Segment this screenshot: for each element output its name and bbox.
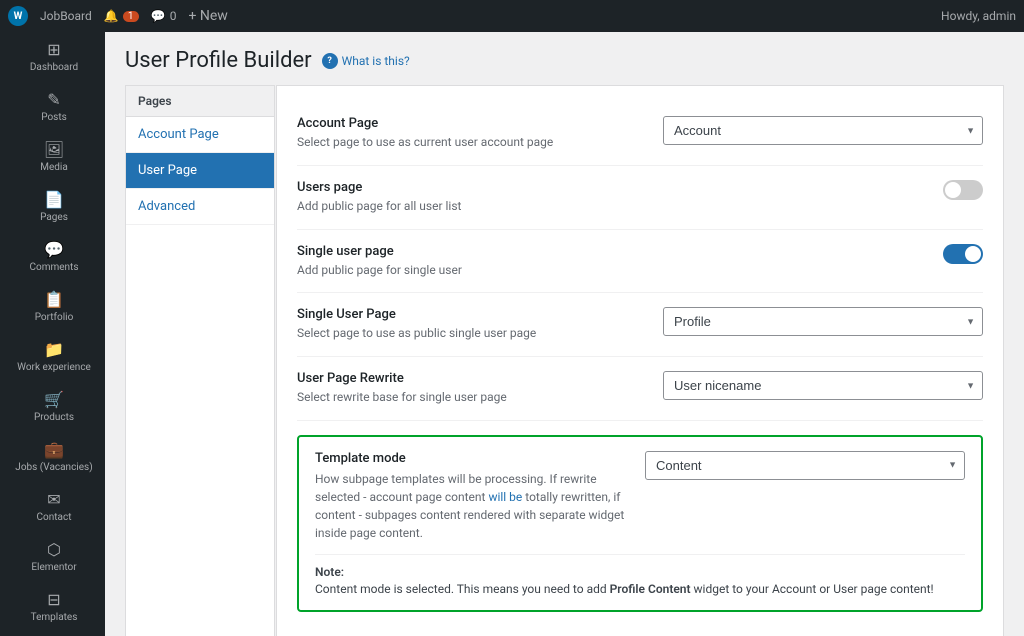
- control-template-mode: Content: [645, 451, 965, 480]
- control-single-user-page: Profile: [663, 307, 983, 336]
- setting-info-rewrite: User Page Rewrite Select rewrite base fo…: [297, 371, 643, 406]
- setting-info-account-page: Account Page Select page to use as curre…: [297, 116, 643, 151]
- control-single-user: [783, 244, 983, 264]
- desc-single-user-page: Select page to use as public single user…: [297, 325, 643, 342]
- template-mode-row: Template mode How subpage templates will…: [315, 451, 965, 542]
- setting-row-single-user: Single user page Add public page for sin…: [297, 230, 983, 294]
- dashboard-icon: ⊞: [47, 40, 60, 59]
- control-rewrite: User nicename: [663, 371, 983, 400]
- sub-sidebar-advanced[interactable]: Advanced: [126, 189, 274, 225]
- template-mode-label: Template mode: [315, 451, 625, 466]
- template-mode-box: Template mode How subpage templates will…: [297, 435, 983, 612]
- label-account-page: Account Page: [297, 116, 643, 131]
- howdy-text: Howdy, admin: [941, 9, 1016, 23]
- settings-section: Account Page Select page to use as curre…: [277, 86, 1003, 636]
- sidebar-item-jobs[interactable]: 💼 Jobs (Vacancies): [0, 432, 105, 482]
- work-experience-icon: 📁: [44, 340, 64, 359]
- products-icon: 🛒: [44, 390, 64, 409]
- portfolio-icon: 📋: [44, 290, 64, 309]
- setting-row-users-page: Users page Add public page for all user …: [297, 166, 983, 230]
- dropdown-wrap-rewrite: User nicename: [663, 371, 983, 400]
- label-single-user: Single user page: [297, 244, 763, 259]
- contact-icon: ✉: [47, 490, 60, 509]
- sub-sidebar: Pages Account Page User Page Advanced: [125, 85, 275, 636]
- label-rewrite: User Page Rewrite: [297, 371, 643, 386]
- wp-logo[interactable]: W: [8, 6, 28, 26]
- admin-bar: W JobBoard 🔔 1 💬 0 + New Howdy, admin: [0, 0, 1024, 32]
- sidebar-item-pages[interactable]: 📄 Pages: [0, 182, 105, 232]
- label-single-user-page: Single User Page: [297, 307, 643, 322]
- elementor-icon: ⬡: [47, 540, 61, 559]
- sidebar-item-products[interactable]: 🛒 Products: [0, 382, 105, 432]
- sidebar-item-portfolio[interactable]: 📋 Portfolio: [0, 282, 105, 332]
- posts-icon: ✎: [47, 90, 60, 109]
- dropdown-rewrite[interactable]: User nicename: [663, 371, 983, 400]
- note-text: Content mode is selected. This means you…: [315, 582, 965, 596]
- template-mode-info: Template mode How subpage templates will…: [315, 451, 625, 542]
- toggle-single-user[interactable]: [943, 244, 983, 264]
- dropdown-wrap-single-user: Profile: [663, 307, 983, 336]
- sub-sidebar-account-page[interactable]: Account Page: [126, 117, 274, 153]
- jobs-icon: 💼: [44, 440, 64, 459]
- setting-row-account-page: Account Page Select page to use as curre…: [297, 102, 983, 166]
- note-box: Note: Content mode is selected. This mea…: [315, 554, 965, 596]
- new-content-button[interactable]: + New: [188, 8, 227, 24]
- sidebar-item-elementor[interactable]: ⬡ Elementor: [0, 532, 105, 582]
- notifications[interactable]: 🔔 1: [104, 9, 139, 23]
- page-title: User Profile Builder: [125, 48, 312, 73]
- control-account-page: Account: [663, 116, 983, 145]
- setting-row-rewrite: User Page Rewrite Select rewrite base fo…: [297, 357, 983, 421]
- main-sidebar: ⊞ Dashboard ✎ Posts 🖼 Media 📄 Pages 💬 Co…: [0, 32, 105, 636]
- sidebar-item-comments[interactable]: 💬 Comments: [0, 232, 105, 282]
- what-is-this-link[interactable]: ? What is this?: [322, 53, 410, 69]
- pages-icon: 📄: [44, 190, 64, 209]
- page-header: User Profile Builder ? What is this?: [105, 32, 1024, 85]
- media-icon: 🖼: [44, 140, 64, 159]
- setting-info-single-user-page: Single User Page Select page to use as p…: [297, 307, 643, 342]
- comments-icon: 💬: [44, 240, 64, 259]
- sidebar-item-templates[interactable]: ⊟ Templates: [0, 582, 105, 632]
- desc-single-user: Add public page for single user: [297, 262, 763, 279]
- main-panel: Account Page Select page to use as curre…: [276, 85, 1004, 636]
- site-name-link[interactable]: JobBoard: [40, 9, 92, 23]
- comments-link[interactable]: 💬 0: [151, 9, 177, 23]
- sidebar-item-work-experience[interactable]: 📁 Work experience: [0, 332, 105, 382]
- dropdown-account-page[interactable]: Account: [663, 116, 983, 145]
- desc-account-page: Select page to use as current user accou…: [297, 134, 643, 151]
- template-mode-desc: How subpage templates will be processing…: [315, 470, 625, 542]
- control-users-page: [783, 180, 983, 200]
- dropdown-wrap-template-mode: Content: [645, 451, 965, 480]
- content-area: User Profile Builder ? What is this? Pag…: [105, 32, 1024, 636]
- label-users-page: Users page: [297, 180, 763, 195]
- desc-rewrite: Select rewrite base for single user page: [297, 389, 643, 406]
- templates-icon: ⊟: [47, 590, 60, 609]
- setting-row-single-user-page: Single User Page Select page to use as p…: [297, 293, 983, 357]
- sidebar-item-media[interactable]: 🖼 Media: [0, 132, 105, 182]
- dropdown-single-user-page[interactable]: Profile: [663, 307, 983, 336]
- sidebar-item-crocoblock[interactable]: 🐊 Crocoblock: [0, 632, 105, 636]
- sidebar-item-dashboard[interactable]: ⊞ Dashboard: [0, 32, 105, 82]
- toggle-users-page[interactable]: [943, 180, 983, 200]
- note-label: Note:: [315, 565, 965, 579]
- sidebar-item-posts[interactable]: ✎ Posts: [0, 82, 105, 132]
- info-icon: ?: [322, 53, 338, 69]
- setting-info-single-user: Single user page Add public page for sin…: [297, 244, 763, 279]
- dropdown-template-mode[interactable]: Content: [645, 451, 965, 480]
- sidebar-item-contact[interactable]: ✉ Contact: [0, 482, 105, 532]
- desc-users-page: Add public page for all user list: [297, 198, 763, 215]
- setting-row-hide-admin-bar: Hide admin bar Disable admin bar for non…: [297, 626, 983, 636]
- dropdown-wrap-account: Account: [663, 116, 983, 145]
- sub-sidebar-user-page[interactable]: User Page: [126, 153, 274, 189]
- inner-layout: Pages Account Page User Page Advanced Ac…: [105, 85, 1024, 636]
- sub-sidebar-header: Pages: [126, 86, 274, 117]
- setting-info-users-page: Users page Add public page for all user …: [297, 180, 763, 215]
